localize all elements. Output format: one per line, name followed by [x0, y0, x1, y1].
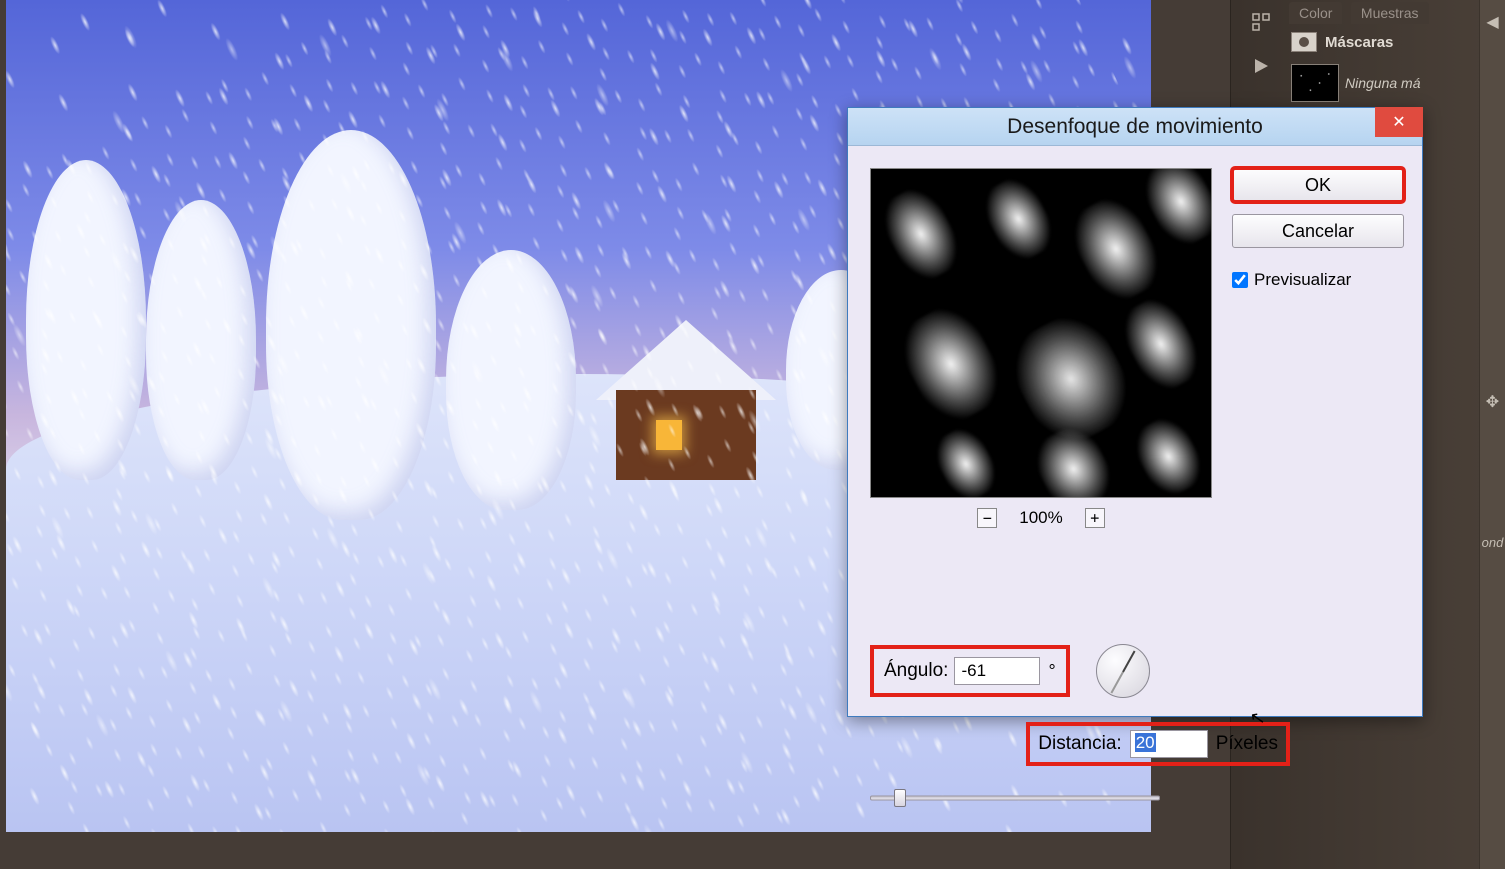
- preview-checkbox-label: Previsualizar: [1254, 270, 1351, 290]
- angle-input[interactable]: [954, 657, 1040, 685]
- cursor-icon: ↖: [1249, 707, 1268, 730]
- distance-label: Distancia:: [1038, 733, 1121, 755]
- distance-input[interactable]: 20: [1130, 730, 1208, 758]
- tab-muestras[interactable]: Muestras: [1351, 2, 1429, 24]
- motion-blur-dialog: Desenfoque de movimiento ✕ − 100% +: [847, 107, 1423, 717]
- close-icon: ✕: [1392, 112, 1405, 132]
- ok-button[interactable]: OK: [1232, 168, 1404, 202]
- tab-color[interactable]: Color: [1289, 2, 1342, 24]
- distance-unit: Píxeles: [1216, 733, 1278, 755]
- dialog-title: Desenfoque de movimiento: [848, 115, 1422, 139]
- masks-panel-label: Máscaras: [1325, 34, 1393, 51]
- filter-preview[interactable]: [870, 168, 1212, 498]
- angle-group: Ángulo: °: [870, 645, 1070, 697]
- edge-icon-strip: ◀ ✥ ond: [1479, 0, 1505, 869]
- zoom-level: 100%: [1019, 508, 1062, 528]
- play-icon[interactable]: [1249, 54, 1273, 78]
- collapse-icon[interactable]: ◀: [1483, 12, 1503, 32]
- dialog-titlebar[interactable]: Desenfoque de movimiento ✕: [848, 108, 1422, 146]
- slider-thumb[interactable]: [894, 789, 906, 807]
- preview-checkbox-row[interactable]: Previsualizar: [1232, 270, 1404, 290]
- move-icon[interactable]: ✥: [1483, 392, 1503, 412]
- cancel-button[interactable]: Cancelar: [1232, 214, 1404, 248]
- distance-slider[interactable]: [870, 792, 1160, 804]
- angle-dial[interactable]: [1096, 644, 1150, 698]
- degree-symbol: °: [1048, 661, 1055, 682]
- preview-checkbox[interactable]: [1232, 272, 1248, 288]
- angle-label: Ángulo:: [884, 660, 948, 682]
- mask-status-text: Ninguna má: [1345, 75, 1421, 91]
- close-button[interactable]: ✕: [1375, 107, 1423, 137]
- align-icon[interactable]: [1249, 10, 1273, 34]
- distance-group: Distancia: 20 Píxeles ↖: [1026, 722, 1290, 766]
- layer-thumbnail[interactable]: [1291, 64, 1339, 102]
- label-ond: ond: [1483, 532, 1503, 552]
- zoom-in-button[interactable]: +: [1085, 508, 1105, 528]
- mask-icon[interactable]: [1291, 32, 1317, 52]
- zoom-out-button[interactable]: −: [977, 508, 997, 528]
